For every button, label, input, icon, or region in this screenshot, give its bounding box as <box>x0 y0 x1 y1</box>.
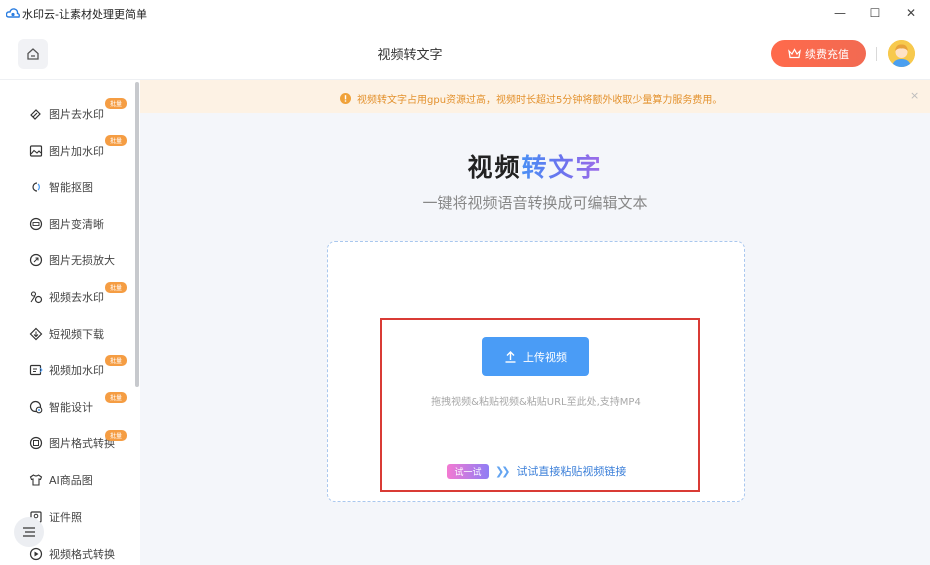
main-content: 视频转文字 一键将视频语音转换成可编辑文本 上传视频 拖拽视频&粘贴视频&粘贴U… <box>140 113 930 565</box>
close-icon: ✕ <box>905 6 917 20</box>
design-icon <box>28 400 43 415</box>
sidebar-item-label: 图片加水印 <box>49 145 104 158</box>
sidebar-item-ai-product-image[interactable]: AI商品图 <box>28 470 93 490</box>
close-button[interactable]: ✕ <box>893 2 929 24</box>
batch-badge: 批量 <box>105 430 127 441</box>
sidebar-item-add-video-watermark[interactable]: 视频加水印 <box>28 360 104 380</box>
app-header: 视频转文字 续费充值 <box>0 28 930 80</box>
eraser-icon <box>28 107 43 122</box>
download-icon <box>28 327 43 342</box>
notice-bar: 视频转文字占用gpu资源过高，视频时长超过5分钟将额外收取少量算力服务费用。 × <box>140 80 930 113</box>
minimize-button[interactable]: — <box>822 2 858 24</box>
title-bar: 水印云-让素材处理更简单 — ☐ ✕ <box>0 0 930 28</box>
batch-badge: 批量 <box>105 392 127 403</box>
hero-title: 视频转文字 <box>140 148 930 184</box>
notice-message: 视频转文字占用gpu资源过高，视频时长超过5分钟将额外收取少量算力服务费用。 <box>340 91 722 106</box>
maximize-icon: ☐ <box>869 6 881 20</box>
sidebar-item-video-format-convert[interactable]: 视频格式转换 <box>28 544 115 564</box>
hd-icon <box>28 217 43 232</box>
sidebar-item-label: 视频加水印 <box>49 364 104 377</box>
header-divider <box>876 47 877 61</box>
crown-icon <box>788 48 801 59</box>
sidebar-item-label: 图片变清晰 <box>49 218 104 231</box>
avatar[interactable] <box>888 40 915 67</box>
upload-icon <box>505 351 516 363</box>
sidebar-item-label: 视频去水印 <box>49 291 104 304</box>
video-add-icon <box>28 363 43 378</box>
app-logo-icon <box>6 8 20 18</box>
sidebar-item-short-video-download[interactable]: 短视频下载 <box>28 324 104 344</box>
maximize-button[interactable]: ☐ <box>857 2 893 24</box>
sidebar-item-remove-image-watermark[interactable]: 图片去水印 <box>28 104 104 124</box>
double-chevron-icon: ❯❯ <box>495 464 511 478</box>
try-paste-link[interactable]: 试一试 ❯❯ 试试直接粘贴视频链接 <box>447 463 626 479</box>
batch-badge: 批量 <box>105 282 127 293</box>
minimize-icon: — <box>834 6 846 20</box>
sidebar-item-label: AI商品图 <box>49 474 93 487</box>
app-title: 水印云-让素材处理更简单 <box>22 8 147 21</box>
sidebar-item-label: 短视频下载 <box>49 328 104 341</box>
sidebar-item-label: 图片无损放大 <box>49 254 115 267</box>
convert-icon <box>28 436 43 451</box>
hero-title-accent: 转文字 <box>521 153 603 182</box>
hero-subtitle: 一键将视频语音转换成可编辑文本 <box>422 194 648 212</box>
sidebar-item-smart-design[interactable]: 智能设计 <box>28 397 93 417</box>
sidebar-item-image-format-convert[interactable]: 图片格式转换 <box>28 433 115 453</box>
hero-title-dark: 视频 <box>467 153 522 182</box>
recharge-label: 续费充值 <box>805 47 849 61</box>
avatar-icon <box>888 40 915 67</box>
warning-icon <box>340 93 351 104</box>
menu-icon <box>23 527 35 537</box>
sidebar-item-label: 证件照 <box>49 511 82 524</box>
play-icon <box>28 547 43 562</box>
sidebar-item-lossless-zoom[interactable]: 图片无损放大 <box>28 250 115 270</box>
sidebar-item-image-enhance[interactable]: 图片变清晰 <box>28 214 104 234</box>
sidebar: 图片去水印 批量 图片加水印 批量 智能抠图 图片变清晰 图片无损放大 视频去水… <box>0 80 140 565</box>
recharge-button[interactable]: 续费充值 <box>771 40 866 67</box>
image-add-icon <box>28 144 43 159</box>
drop-hint: 拖拽视频&粘贴视频&粘贴URL至此处,支持MP4 <box>431 397 641 408</box>
page-title: 视频转文字 <box>377 48 443 63</box>
sidebar-item-label: 图片去水印 <box>49 108 104 121</box>
try-tag: 试一试 <box>447 463 489 479</box>
sidebar-item-smart-cutout[interactable]: 智能抠图 <box>28 177 93 197</box>
shirt-icon <box>28 473 43 488</box>
batch-badge: 批量 <box>105 355 127 366</box>
batch-badge: 批量 <box>105 135 127 146</box>
sidebar-item-add-image-watermark[interactable]: 图片加水印 <box>28 141 104 161</box>
video-erase-icon <box>28 290 43 305</box>
zoom-icon <box>28 253 43 268</box>
sidebar-item-label: 智能抠图 <box>49 181 93 194</box>
notice-text: 视频转文字占用gpu资源过高，视频时长超过5分钟将额外收取少量算力服务费用。 <box>357 95 723 106</box>
cutout-icon <box>28 180 43 195</box>
sidebar-item-remove-video-watermark[interactable]: 视频去水印 <box>28 287 104 307</box>
upload-video-button[interactable]: 上传视频 <box>482 337 589 376</box>
sidebar-item-label: 智能设计 <box>49 401 93 414</box>
sidebar-scrollbar[interactable] <box>135 82 139 387</box>
sidebar-item-label: 视频格式转换 <box>49 548 115 561</box>
batch-badge: 批量 <box>105 98 127 109</box>
upload-label: 上传视频 <box>523 350 567 364</box>
try-paste-link-text[interactable]: 试试直接粘贴视频链接 <box>516 463 626 479</box>
menu-button[interactable] <box>14 517 44 547</box>
notice-close-icon[interactable]: × <box>910 89 919 102</box>
